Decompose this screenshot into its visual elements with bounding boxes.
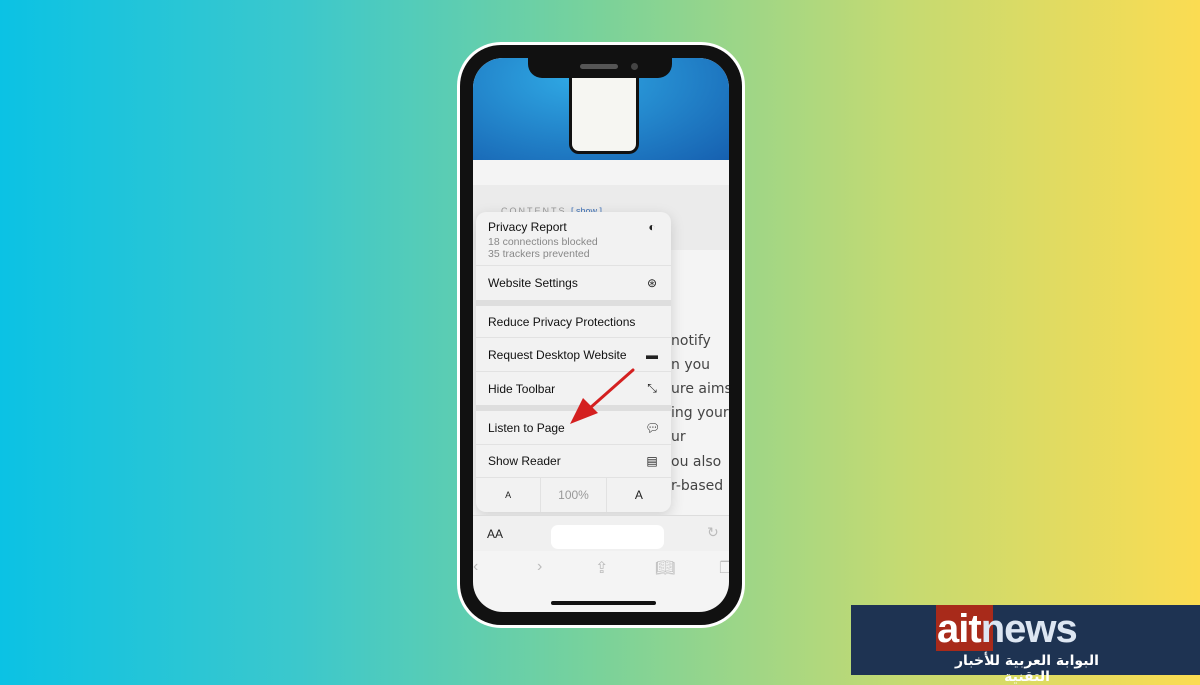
body-text: ou also bbox=[671, 454, 722, 470]
menu-label: Listen to Page bbox=[488, 420, 565, 435]
menu-item-website-settings[interactable]: Website Settings ⊛ bbox=[476, 266, 671, 300]
mini-phone-image bbox=[569, 66, 639, 154]
logo-wordmark: aitnews bbox=[937, 607, 1078, 652]
menu-item-reduce-privacy[interactable]: Reduce Privacy Protections bbox=[476, 306, 671, 338]
back-icon[interactable]: ‹ bbox=[473, 558, 478, 576]
gear-icon: ⊛ bbox=[646, 276, 658, 290]
bookmarks-icon[interactable]: 📖︎ bbox=[655, 558, 675, 578]
menu-label: Request Desktop Website bbox=[488, 347, 627, 362]
bottom-nav: ‹ › ⇪ 📖︎ ❐ bbox=[473, 558, 729, 582]
body-text: notify bbox=[671, 333, 711, 349]
desktop-icon: ▬ bbox=[646, 347, 658, 362]
forward-icon[interactable]: › bbox=[537, 558, 542, 576]
logo-ait: ait bbox=[937, 607, 982, 651]
menu-item-show-reader[interactable]: Show Reader ▤ bbox=[476, 445, 671, 478]
address-toolbar: AA ↻ bbox=[473, 515, 729, 551]
menu-label: Website Settings bbox=[488, 276, 578, 290]
body-text: ur bbox=[671, 429, 686, 445]
menu-label: Show Reader bbox=[488, 454, 561, 468]
reader-icon: ▤ bbox=[646, 454, 658, 468]
speaker bbox=[580, 64, 618, 69]
speech-bubble-icon: 💬︎ bbox=[645, 420, 661, 435]
logo-tagline: البوابة العربية للأخبار التقنية bbox=[955, 653, 1099, 685]
aitnews-logo: aitnews البوابة العربية للأخبار التقنية bbox=[851, 605, 1200, 685]
reload-icon[interactable]: ↻ bbox=[707, 524, 719, 541]
page-menu: Privacy Report 18 connections blocked 35… bbox=[476, 212, 671, 512]
body-text: ing your bbox=[671, 405, 729, 421]
phone-frame: CONTENTS [ show ] notify n you ure aims … bbox=[457, 42, 745, 628]
menu-item-privacy-report[interactable]: Privacy Report 18 connections blocked 35… bbox=[476, 212, 671, 266]
resize-arrows-icon: ⤡ bbox=[647, 381, 657, 395]
body-text: n you bbox=[671, 357, 711, 373]
trackers-prevented: 35 trackers prevented bbox=[488, 248, 590, 260]
notch bbox=[528, 58, 672, 78]
logo-news: news bbox=[980, 607, 1078, 651]
phone-bezel: CONTENTS [ show ] notify n you ure aims … bbox=[460, 45, 742, 625]
shield-icon: ◐ bbox=[648, 220, 656, 234]
tabs-icon[interactable]: ❐ bbox=[719, 558, 729, 578]
share-icon[interactable]: ⇪ bbox=[595, 558, 608, 578]
camera bbox=[631, 63, 638, 70]
body-text: ure aims bbox=[671, 381, 729, 397]
phone-screen: CONTENTS [ show ] notify n you ure aims … bbox=[473, 58, 729, 612]
menu-item-listen-to-page[interactable]: Listen to Page 💬︎ bbox=[476, 411, 671, 445]
zoom-level: 100% bbox=[541, 478, 607, 512]
address-field[interactable] bbox=[551, 525, 664, 549]
menu-item-request-desktop[interactable]: Request Desktop Website ▬ bbox=[476, 338, 671, 372]
decrease-font-button[interactable]: A bbox=[476, 478, 542, 512]
font-size-row: A 100% A bbox=[476, 478, 671, 512]
menu-label: Hide Toolbar bbox=[488, 381, 556, 396]
increase-font-button[interactable]: A bbox=[607, 478, 671, 512]
connections-blocked: 18 connections blocked bbox=[488, 236, 598, 248]
menu-label: Reduce Privacy Protections bbox=[488, 314, 636, 329]
privacy-report-label: Privacy Report bbox=[488, 220, 567, 234]
body-text: r-based bbox=[671, 478, 724, 494]
home-indicator bbox=[551, 601, 656, 605]
page-settings-button[interactable]: AA bbox=[487, 527, 503, 541]
menu-item-hide-toolbar[interactable]: Hide Toolbar ⤡ bbox=[476, 372, 671, 405]
